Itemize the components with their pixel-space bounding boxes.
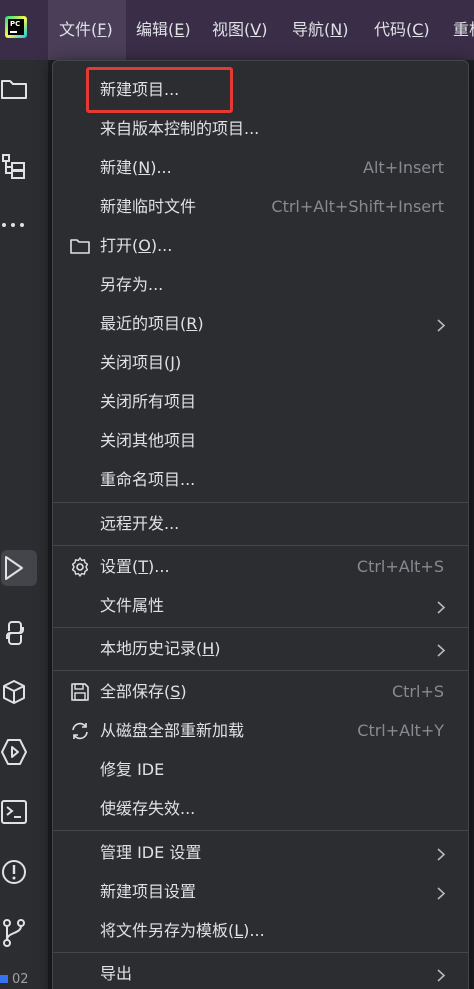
menu-edit[interactable]: 编辑(E) xyxy=(136,0,191,60)
menu-item-close-other-projects[interactable]: 关闭其他项目 xyxy=(53,421,468,460)
shortcut-label: Ctrl+Alt+Shift+Insert xyxy=(271,197,444,216)
chevron-right-icon xyxy=(436,846,446,861)
menu-view[interactable]: 视图(V) xyxy=(212,0,267,60)
shortcut-label: Ctrl+Alt+S xyxy=(356,557,444,576)
pycharm-logo-icon[interactable]: PC xyxy=(5,16,27,38)
menu-separator xyxy=(53,627,468,628)
chevron-right-icon xyxy=(436,317,446,332)
menu-item-file-properties[interactable]: 文件属性 xyxy=(53,586,468,625)
menu-separator xyxy=(53,952,468,953)
menu-item-manage-ide-settings[interactable]: 管理 IDE 设置 xyxy=(53,833,468,872)
services-icon[interactable] xyxy=(0,734,36,770)
shortcut-label: Alt+Insert xyxy=(363,158,444,177)
python-console-icon[interactable] xyxy=(0,615,36,651)
folder-icon xyxy=(69,235,91,257)
highlight-annotation xyxy=(86,67,233,113)
menu-navigate[interactable]: 导航(N) xyxy=(292,0,348,60)
menu-separator xyxy=(53,502,468,503)
refresh-icon xyxy=(69,720,91,742)
menu-item-export[interactable]: 导出 xyxy=(53,954,468,989)
terminal-icon[interactable] xyxy=(0,794,36,830)
menu-item-reload-from-disk[interactable]: 从磁盘全部重新加载 Ctrl+Alt+Y xyxy=(53,711,468,750)
menu-item-remote-development[interactable]: 远程开发... xyxy=(53,504,468,543)
menu-item-save-as-template[interactable]: 将文件另存为模板(L)... xyxy=(53,911,468,950)
more-tools-icon[interactable] xyxy=(0,207,36,243)
shortcut-label: Ctrl+Alt+Y xyxy=(357,721,444,740)
menu-item-new[interactable]: 新建(N)... Alt+Insert xyxy=(53,148,468,187)
file-menu-dropdown: 新建项目... 来自版本控制的项目... 新建(N)... Alt+Insert… xyxy=(52,60,469,989)
menu-item-recent-projects[interactable]: 最近的项目(R) xyxy=(53,304,468,343)
menu-separator xyxy=(53,670,468,671)
menu-item-settings[interactable]: 设置(T)... Ctrl+Alt+S xyxy=(53,547,468,586)
menu-item-open[interactable]: 打开(O)... xyxy=(53,226,468,265)
git-icon[interactable] xyxy=(0,914,36,950)
run-icon[interactable] xyxy=(1,550,37,586)
menu-file[interactable]: 文件(F) xyxy=(48,0,126,60)
chevron-right-icon xyxy=(436,642,446,657)
menu-item-local-history[interactable]: 本地历史记录(H) xyxy=(53,629,468,668)
problems-icon[interactable] xyxy=(0,854,36,890)
menu-refactor[interactable]: 重构 xyxy=(453,0,474,60)
menu-item-from-vcs[interactable]: 来自版本控制的项目... xyxy=(53,109,468,148)
left-tool-strip xyxy=(0,60,48,989)
logo-text: PC xyxy=(8,19,24,35)
save-icon xyxy=(69,681,91,703)
menu-item-repair-ide[interactable]: 修复 IDE xyxy=(53,750,468,789)
structure-icon[interactable] xyxy=(0,148,36,184)
title-bar: PC 文件(F) 编辑(E) 视图(V) 导航(N) 代码(C) 重构 xyxy=(0,0,474,60)
menu-item-close-project[interactable]: 关闭项目(J) xyxy=(53,343,468,382)
chevron-right-icon xyxy=(436,885,446,900)
menu-item-save-all[interactable]: 全部保存(S) Ctrl+S xyxy=(53,672,468,711)
chevron-right-icon xyxy=(436,599,446,614)
menu-separator xyxy=(53,830,468,831)
menu-item-new-scratch[interactable]: 新建临时文件 Ctrl+Alt+Shift+Insert xyxy=(53,187,468,226)
menu-item-rename-project[interactable]: 重命名项目... xyxy=(53,460,468,499)
python-packages-icon[interactable] xyxy=(0,674,36,710)
menu-separator xyxy=(53,545,468,546)
menu-code[interactable]: 代码(C) xyxy=(374,0,430,60)
chevron-right-icon xyxy=(436,967,446,982)
menu-item-save-as[interactable]: 另存为... xyxy=(53,265,468,304)
menu-item-close-all-projects[interactable]: 关闭所有项目 xyxy=(53,382,468,421)
shortcut-label: Ctrl+S xyxy=(391,682,444,701)
project-folder-icon[interactable] xyxy=(0,72,36,108)
gear-icon xyxy=(69,556,91,578)
menu-item-invalidate-caches[interactable]: 使缓存失效... xyxy=(53,789,468,828)
status-indicator: 02 xyxy=(0,972,60,989)
menu-item-new-project-settings[interactable]: 新建项目设置 xyxy=(53,872,468,911)
